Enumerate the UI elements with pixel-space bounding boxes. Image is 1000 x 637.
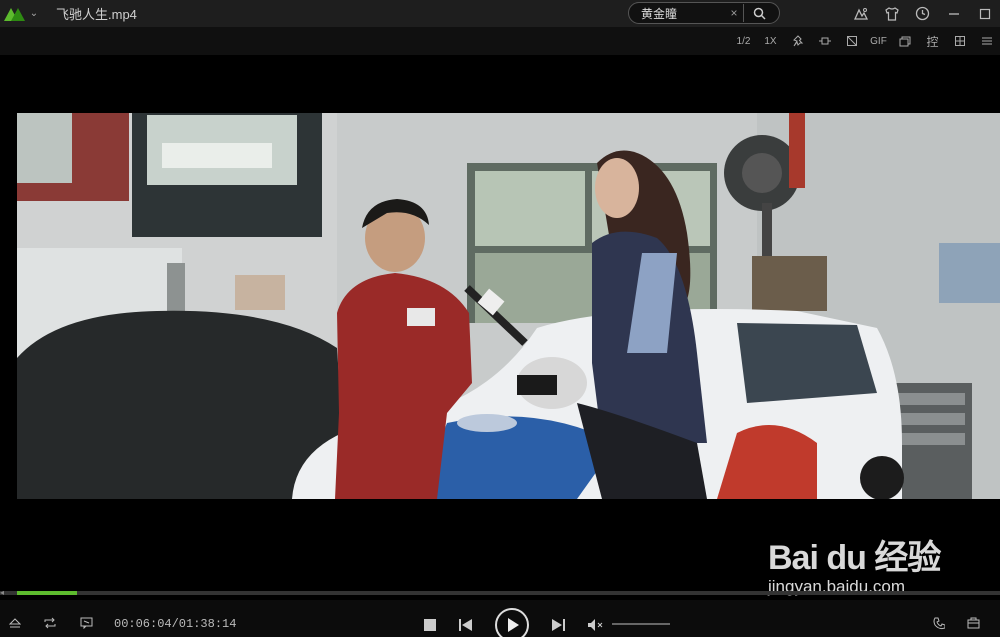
chevron-down-icon[interactable]: ⌄ xyxy=(26,4,42,24)
subtitle-icon[interactable] xyxy=(76,614,96,632)
window-title: 飞驰人生.mp4 xyxy=(56,7,137,22)
pin-icon[interactable] xyxy=(784,27,811,55)
control-button[interactable]: 控 xyxy=(919,27,946,55)
search-icon xyxy=(753,7,766,20)
search-input[interactable]: 黄金瞳 xyxy=(629,5,725,22)
eject-icon[interactable] xyxy=(6,614,24,632)
skin-shirt-icon[interactable] xyxy=(876,0,907,27)
menu-icon[interactable] xyxy=(973,27,1000,55)
crop-icon[interactable] xyxy=(838,27,865,55)
mute-button[interactable] xyxy=(586,616,606,634)
gif-button[interactable]: GIF xyxy=(865,27,892,55)
play-button[interactable] xyxy=(495,608,529,637)
previous-button[interactable] xyxy=(456,616,474,634)
theme-icon[interactable] xyxy=(845,0,876,27)
watermark-brand: Bai du 经验 xyxy=(768,539,941,577)
toolbox-icon[interactable] xyxy=(964,614,982,632)
search-button[interactable] xyxy=(744,7,774,20)
playlist-icon[interactable] xyxy=(946,27,973,55)
phone-icon[interactable] xyxy=(930,614,948,632)
video-toolbar: 1/2 1X GIF 控 xyxy=(0,27,1000,55)
clock-icon[interactable] xyxy=(907,0,938,27)
muted-speaker-icon xyxy=(588,619,603,631)
normal-speed-button[interactable]: 1X xyxy=(757,27,784,55)
app-logo[interactable] xyxy=(2,4,26,24)
half-speed-button[interactable]: 1/2 xyxy=(730,27,757,55)
next-button[interactable] xyxy=(549,616,567,634)
next-icon xyxy=(551,619,565,631)
video-frame[interactable] xyxy=(17,113,1000,499)
stop-button[interactable] xyxy=(421,616,439,634)
time-display: 00:06:04/01:38:14 xyxy=(114,617,237,631)
previous-icon xyxy=(458,619,472,631)
progress-bar[interactable]: ◂ xyxy=(0,588,1000,597)
maximize-icon[interactable] xyxy=(969,0,1000,27)
title-bar: ⌄ 飞驰人生.mp4 黄金瞳 × xyxy=(0,0,1000,27)
clear-search-icon[interactable]: × xyxy=(725,6,743,20)
progress-fill xyxy=(17,591,77,595)
progress-start-marker: ◂ xyxy=(0,588,5,597)
volume-slider[interactable] xyxy=(612,623,670,625)
play-icon xyxy=(507,618,519,632)
stop-icon xyxy=(424,619,436,631)
control-bar: 00:06:04/01:38:14 xyxy=(0,600,1000,637)
loop-icon[interactable] xyxy=(40,614,60,632)
screenshot-icon[interactable] xyxy=(892,27,919,55)
search-box[interactable]: 黄金瞳 × xyxy=(628,2,780,24)
video-scene-illustration xyxy=(17,113,1000,499)
baidu-watermark: Bai du 经验 jingyan.baidu.com xyxy=(768,530,948,597)
minimize-icon[interactable] xyxy=(938,0,969,27)
fit-screen-icon[interactable] xyxy=(811,27,838,55)
